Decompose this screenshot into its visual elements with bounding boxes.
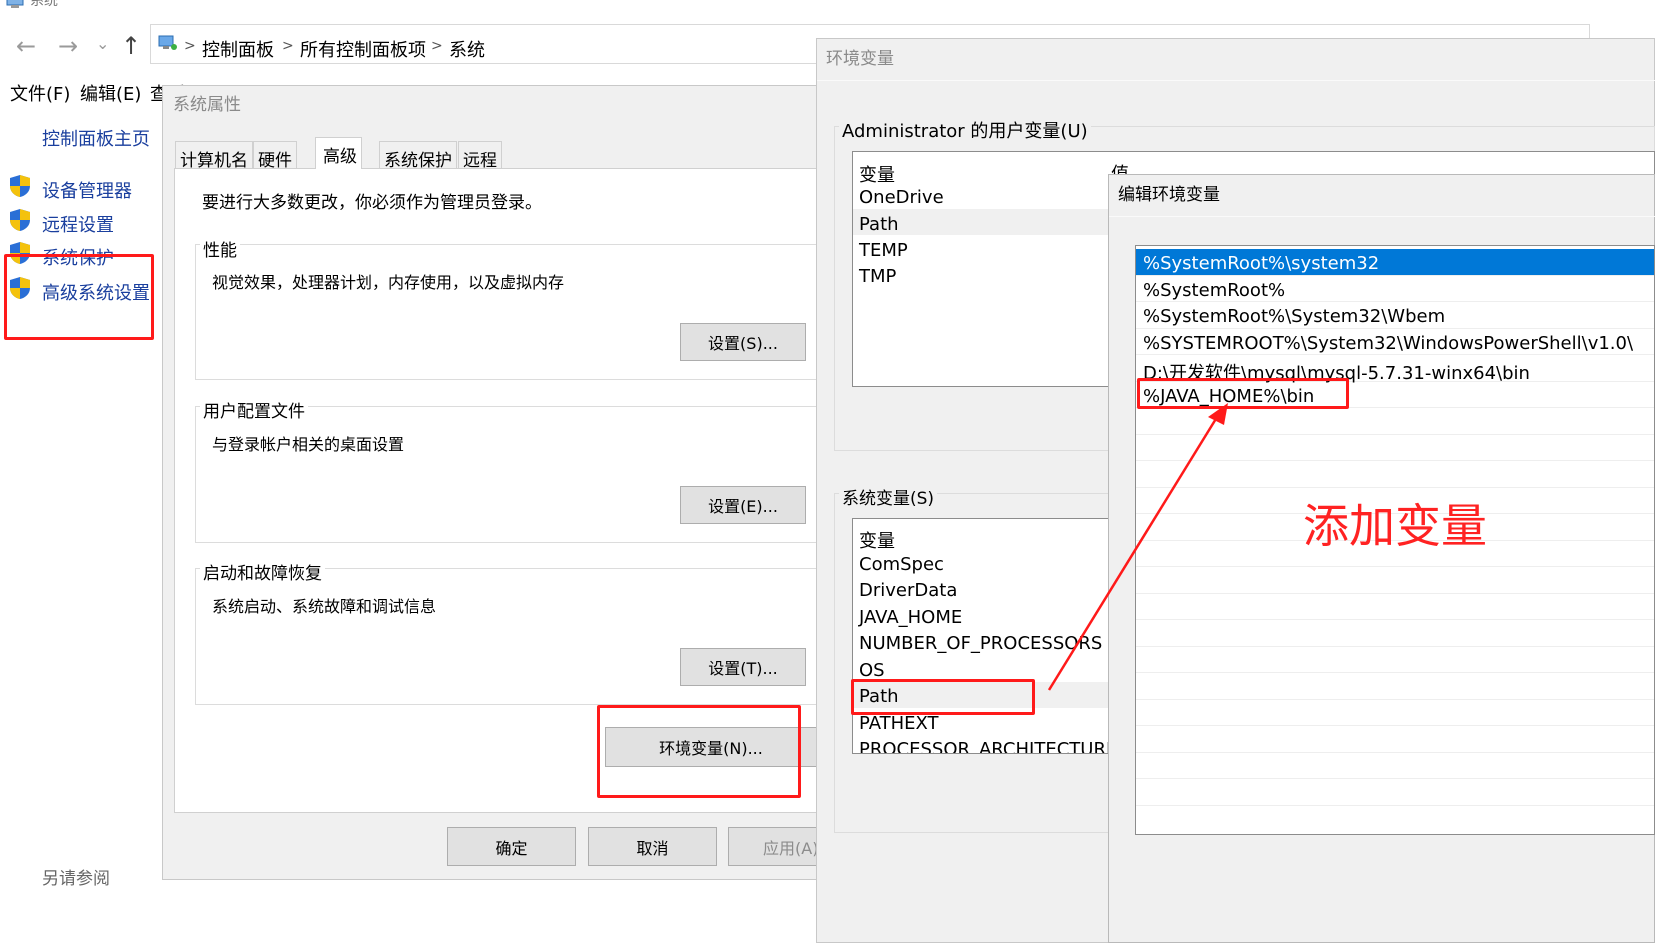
path-entry[interactable]: %SYSTEMROOT%\System32\WindowsPowerShell\… (1136, 329, 1654, 355)
breadcrumb-control-panel[interactable]: 控制面板 (202, 36, 274, 62)
control-panel-icon (158, 35, 177, 50)
highlight-advanced-settings (4, 254, 154, 340)
system-var-row[interactable]: DriverData (859, 580, 957, 601)
breadcrumb-system[interactable]: 系统 (449, 36, 485, 62)
up-arrow-icon[interactable]: ↑ (121, 34, 141, 58)
highlight-system-path (851, 679, 1035, 715)
startup-recovery-settings-button[interactable]: 设置(T)... (680, 648, 806, 686)
system-vars-column-variable[interactable]: 变量 (859, 527, 895, 553)
system-var-row[interactable]: PATHEXT (859, 713, 939, 734)
user-profiles-label: 用户配置文件 (200, 397, 308, 422)
user-var-row[interactable]: TMP (859, 266, 896, 287)
empty-row[interactable] (1136, 726, 1654, 753)
annotation-arrow-icon (1047, 403, 1228, 691)
admin-notice: 要进行大多数更改，你必须作为管理员登录。 (202, 193, 542, 213)
system-var-row[interactable]: PROCESSOR_ARCHITECTURE (859, 739, 1117, 753)
startup-recovery-description: 系统启动、系统故障和调试信息 (212, 597, 437, 616)
sidebar-item-device-manager[interactable]: 设备管理器 (42, 177, 132, 203)
shield-icon (10, 209, 30, 231)
performance-description: 视觉效果，处理器计划，内存使用，以及虚拟内存 (212, 273, 565, 292)
system-variables-label: 系统变量(S) (839, 484, 938, 509)
system-var-row[interactable]: JAVA_HOME (859, 607, 962, 628)
empty-row[interactable] (1136, 779, 1654, 806)
see-also-heading: 另请参阅 (42, 869, 110, 889)
breadcrumb-all-items[interactable]: 所有控制面板项 (300, 36, 426, 62)
startup-recovery-label: 启动和故障恢复 (200, 559, 325, 584)
system-properties-title: 系统属性 (173, 95, 241, 115)
edit-env-title: 编辑环境变量 (1118, 185, 1220, 205)
title-divider (1109, 216, 1655, 217)
highlight-env-button (597, 705, 801, 798)
path-entry[interactable]: %SystemRoot%\system32 (1136, 249, 1654, 276)
user-profiles-description: 与登录帐户相关的桌面设置 (212, 435, 405, 454)
window-title: 系统 (30, 0, 58, 9)
cancel-button[interactable]: 取消 (588, 827, 717, 866)
tab-remote[interactable]: 远程 (458, 141, 502, 171)
performance-label: 性能 (200, 236, 240, 261)
system-var-row[interactable]: ComSpec (859, 554, 944, 575)
path-entry[interactable]: %SystemRoot% (1136, 276, 1654, 302)
ok-button[interactable]: 确定 (447, 827, 576, 866)
user-var-row[interactable]: OneDrive (859, 187, 944, 208)
user-vars-column-variable[interactable]: 变量 (859, 161, 895, 187)
shield-icon (10, 175, 30, 197)
environment-variables-title: 环境变量 (826, 49, 894, 69)
title-divider (817, 80, 1655, 81)
tab-system-protection[interactable]: 系统保护 (379, 141, 457, 171)
path-entry[interactable]: %SystemRoot%\System32\Wbem (1136, 302, 1654, 329)
recent-dropdown-icon[interactable]: ⌄ (96, 36, 109, 52)
menu-file[interactable]: 文件(F) (10, 80, 70, 106)
performance-settings-button[interactable]: 设置(S)... (680, 323, 806, 361)
empty-row[interactable] (1136, 700, 1654, 726)
forward-arrow-icon[interactable]: → (58, 34, 78, 58)
tab-hardware[interactable]: 硬件 (253, 141, 297, 171)
sidebar-item-remote-settings[interactable]: 远程设置 (42, 211, 114, 237)
breadcrumb-separator-icon: > (431, 38, 443, 54)
system-var-row[interactable]: OS (859, 660, 885, 681)
add-variable-annotation: 添加变量 (1303, 499, 1487, 553)
sidebar-control-panel-home[interactable]: 控制面板主页 (42, 125, 150, 151)
breadcrumb-separator-icon: > (282, 38, 294, 54)
menu-edit[interactable]: 编辑(E) (80, 80, 141, 106)
system-window-icon (6, 0, 24, 8)
user-var-row[interactable]: TEMP (859, 240, 908, 261)
breadcrumb-separator-icon: > (184, 38, 196, 54)
tab-advanced[interactable]: 高级 (315, 137, 362, 169)
user-profiles-settings-button[interactable]: 设置(E)... (680, 486, 806, 524)
empty-row[interactable] (1136, 753, 1654, 779)
tab-computer-name[interactable]: 计算机名 (175, 141, 253, 171)
user-var-row[interactable]: Path (859, 214, 899, 235)
back-arrow-icon[interactable]: ← (16, 34, 36, 58)
user-variables-label: Administrator 的用户变量(U) (839, 117, 1091, 143)
